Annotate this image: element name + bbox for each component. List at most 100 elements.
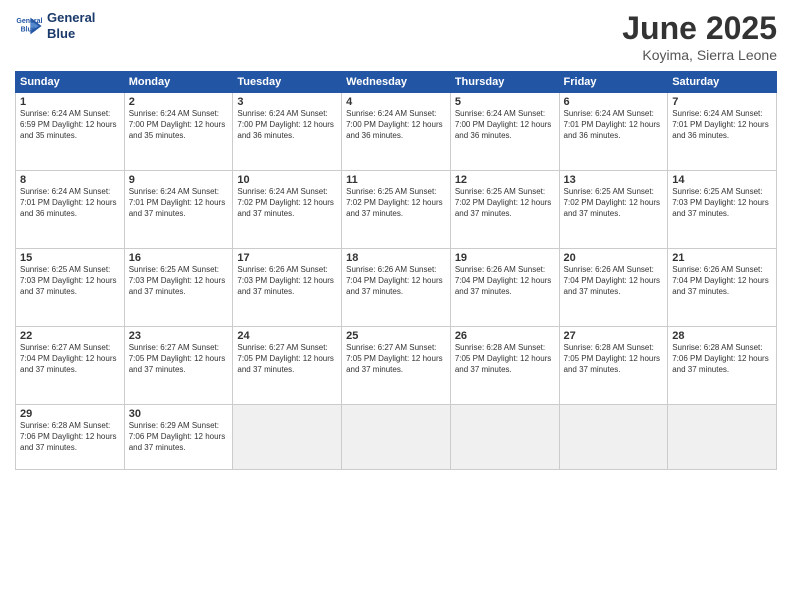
table-row: 22Sunrise: 6:27 AM Sunset: 7:04 PM Dayli… xyxy=(16,327,125,405)
cell-info: Sunrise: 6:28 AM Sunset: 7:06 PM Dayligh… xyxy=(20,421,120,453)
logo: General Blue General Blue xyxy=(15,10,95,41)
table-row: 1Sunrise: 6:24 AM Sunset: 6:59 PM Daylig… xyxy=(16,93,125,171)
day-number: 10 xyxy=(237,174,337,186)
day-number: 7 xyxy=(672,96,772,108)
cell-info: Sunrise: 6:26 AM Sunset: 7:04 PM Dayligh… xyxy=(455,265,555,297)
calendar-row: 22Sunrise: 6:27 AM Sunset: 7:04 PM Dayli… xyxy=(16,327,777,405)
cell-info: Sunrise: 6:27 AM Sunset: 7:04 PM Dayligh… xyxy=(20,343,120,375)
day-number: 27 xyxy=(564,330,664,342)
table-row: 19Sunrise: 6:26 AM Sunset: 7:04 PM Dayli… xyxy=(450,249,559,327)
calendar: Sunday Monday Tuesday Wednesday Thursday… xyxy=(15,71,777,470)
calendar-header-row: Sunday Monday Tuesday Wednesday Thursday… xyxy=(16,72,777,93)
cell-info: Sunrise: 6:24 AM Sunset: 7:01 PM Dayligh… xyxy=(564,109,664,141)
table-row: 2Sunrise: 6:24 AM Sunset: 7:00 PM Daylig… xyxy=(124,93,233,171)
table-row: 12Sunrise: 6:25 AM Sunset: 7:02 PM Dayli… xyxy=(450,171,559,249)
day-number: 19 xyxy=(455,252,555,264)
day-number: 26 xyxy=(455,330,555,342)
table-row: 16Sunrise: 6:25 AM Sunset: 7:03 PM Dayli… xyxy=(124,249,233,327)
day-number: 24 xyxy=(237,330,337,342)
calendar-row: 29Sunrise: 6:28 AM Sunset: 7:06 PM Dayli… xyxy=(16,405,777,470)
day-number: 21 xyxy=(672,252,772,264)
table-row: 14Sunrise: 6:25 AM Sunset: 7:03 PM Dayli… xyxy=(668,171,777,249)
page: General Blue General Blue June 2025 Koyi… xyxy=(0,0,792,612)
header: General Blue General Blue June 2025 Koyi… xyxy=(15,10,777,63)
location: Koyima, Sierra Leone xyxy=(622,47,777,63)
cell-info: Sunrise: 6:24 AM Sunset: 7:00 PM Dayligh… xyxy=(129,109,229,141)
cell-info: Sunrise: 6:25 AM Sunset: 7:02 PM Dayligh… xyxy=(564,187,664,219)
col-monday: Monday xyxy=(124,72,233,93)
cell-info: Sunrise: 6:24 AM Sunset: 7:00 PM Dayligh… xyxy=(237,109,337,141)
table-row: 17Sunrise: 6:26 AM Sunset: 7:03 PM Dayli… xyxy=(233,249,342,327)
col-sunday: Sunday xyxy=(16,72,125,93)
table-row xyxy=(233,405,342,470)
table-row: 30Sunrise: 6:29 AM Sunset: 7:06 PM Dayli… xyxy=(124,405,233,470)
table-row xyxy=(559,405,668,470)
day-number: 16 xyxy=(129,252,229,264)
table-row: 8Sunrise: 6:24 AM Sunset: 7:01 PM Daylig… xyxy=(16,171,125,249)
cell-info: Sunrise: 6:29 AM Sunset: 7:06 PM Dayligh… xyxy=(129,421,229,453)
table-row: 21Sunrise: 6:26 AM Sunset: 7:04 PM Dayli… xyxy=(668,249,777,327)
day-number: 25 xyxy=(346,330,446,342)
day-number: 22 xyxy=(20,330,120,342)
day-number: 2 xyxy=(129,96,229,108)
table-row: 13Sunrise: 6:25 AM Sunset: 7:02 PM Dayli… xyxy=(559,171,668,249)
table-row xyxy=(450,405,559,470)
day-number: 4 xyxy=(346,96,446,108)
day-number: 8 xyxy=(20,174,120,186)
day-number: 12 xyxy=(455,174,555,186)
day-number: 5 xyxy=(455,96,555,108)
day-number: 30 xyxy=(129,408,229,420)
table-row: 11Sunrise: 6:25 AM Sunset: 7:02 PM Dayli… xyxy=(342,171,451,249)
col-saturday: Saturday xyxy=(668,72,777,93)
table-row: 4Sunrise: 6:24 AM Sunset: 7:00 PM Daylig… xyxy=(342,93,451,171)
day-number: 14 xyxy=(672,174,772,186)
month-title: June 2025 xyxy=(622,10,777,47)
cell-info: Sunrise: 6:24 AM Sunset: 7:01 PM Dayligh… xyxy=(20,187,120,219)
col-thursday: Thursday xyxy=(450,72,559,93)
table-row: 9Sunrise: 6:24 AM Sunset: 7:01 PM Daylig… xyxy=(124,171,233,249)
cell-info: Sunrise: 6:28 AM Sunset: 7:06 PM Dayligh… xyxy=(672,343,772,375)
cell-info: Sunrise: 6:25 AM Sunset: 7:03 PM Dayligh… xyxy=(129,265,229,297)
table-row: 7Sunrise: 6:24 AM Sunset: 7:01 PM Daylig… xyxy=(668,93,777,171)
cell-info: Sunrise: 6:27 AM Sunset: 7:05 PM Dayligh… xyxy=(129,343,229,375)
cell-info: Sunrise: 6:27 AM Sunset: 7:05 PM Dayligh… xyxy=(346,343,446,375)
table-row: 27Sunrise: 6:28 AM Sunset: 7:05 PM Dayli… xyxy=(559,327,668,405)
cell-info: Sunrise: 6:26 AM Sunset: 7:04 PM Dayligh… xyxy=(346,265,446,297)
cell-info: Sunrise: 6:26 AM Sunset: 7:04 PM Dayligh… xyxy=(672,265,772,297)
cell-info: Sunrise: 6:25 AM Sunset: 7:03 PM Dayligh… xyxy=(20,265,120,297)
cell-info: Sunrise: 6:24 AM Sunset: 7:00 PM Dayligh… xyxy=(455,109,555,141)
table-row: 23Sunrise: 6:27 AM Sunset: 7:05 PM Dayli… xyxy=(124,327,233,405)
table-row: 10Sunrise: 6:24 AM Sunset: 7:02 PM Dayli… xyxy=(233,171,342,249)
logo-line2: Blue xyxy=(47,26,95,42)
table-row: 6Sunrise: 6:24 AM Sunset: 7:01 PM Daylig… xyxy=(559,93,668,171)
day-number: 6 xyxy=(564,96,664,108)
calendar-row: 1Sunrise: 6:24 AM Sunset: 6:59 PM Daylig… xyxy=(16,93,777,171)
day-number: 13 xyxy=(564,174,664,186)
cell-info: Sunrise: 6:24 AM Sunset: 6:59 PM Dayligh… xyxy=(20,109,120,141)
table-row: 28Sunrise: 6:28 AM Sunset: 7:06 PM Dayli… xyxy=(668,327,777,405)
table-row: 26Sunrise: 6:28 AM Sunset: 7:05 PM Dayli… xyxy=(450,327,559,405)
calendar-row: 8Sunrise: 6:24 AM Sunset: 7:01 PM Daylig… xyxy=(16,171,777,249)
table-row: 15Sunrise: 6:25 AM Sunset: 7:03 PM Dayli… xyxy=(16,249,125,327)
col-wednesday: Wednesday xyxy=(342,72,451,93)
cell-info: Sunrise: 6:27 AM Sunset: 7:05 PM Dayligh… xyxy=(237,343,337,375)
day-number: 29 xyxy=(20,408,120,420)
day-number: 1 xyxy=(20,96,120,108)
logo-icon: General Blue xyxy=(15,12,43,40)
table-row: 24Sunrise: 6:27 AM Sunset: 7:05 PM Dayli… xyxy=(233,327,342,405)
cell-info: Sunrise: 6:28 AM Sunset: 7:05 PM Dayligh… xyxy=(455,343,555,375)
cell-info: Sunrise: 6:25 AM Sunset: 7:02 PM Dayligh… xyxy=(346,187,446,219)
day-number: 9 xyxy=(129,174,229,186)
table-row: 18Sunrise: 6:26 AM Sunset: 7:04 PM Dayli… xyxy=(342,249,451,327)
cell-info: Sunrise: 6:25 AM Sunset: 7:03 PM Dayligh… xyxy=(672,187,772,219)
col-friday: Friday xyxy=(559,72,668,93)
title-block: June 2025 Koyima, Sierra Leone xyxy=(622,10,777,63)
cell-info: Sunrise: 6:26 AM Sunset: 7:04 PM Dayligh… xyxy=(564,265,664,297)
svg-text:General: General xyxy=(16,18,42,25)
day-number: 15 xyxy=(20,252,120,264)
logo-line1: General xyxy=(47,10,95,26)
col-tuesday: Tuesday xyxy=(233,72,342,93)
table-row xyxy=(342,405,451,470)
table-row: 3Sunrise: 6:24 AM Sunset: 7:00 PM Daylig… xyxy=(233,93,342,171)
table-row: 25Sunrise: 6:27 AM Sunset: 7:05 PM Dayli… xyxy=(342,327,451,405)
